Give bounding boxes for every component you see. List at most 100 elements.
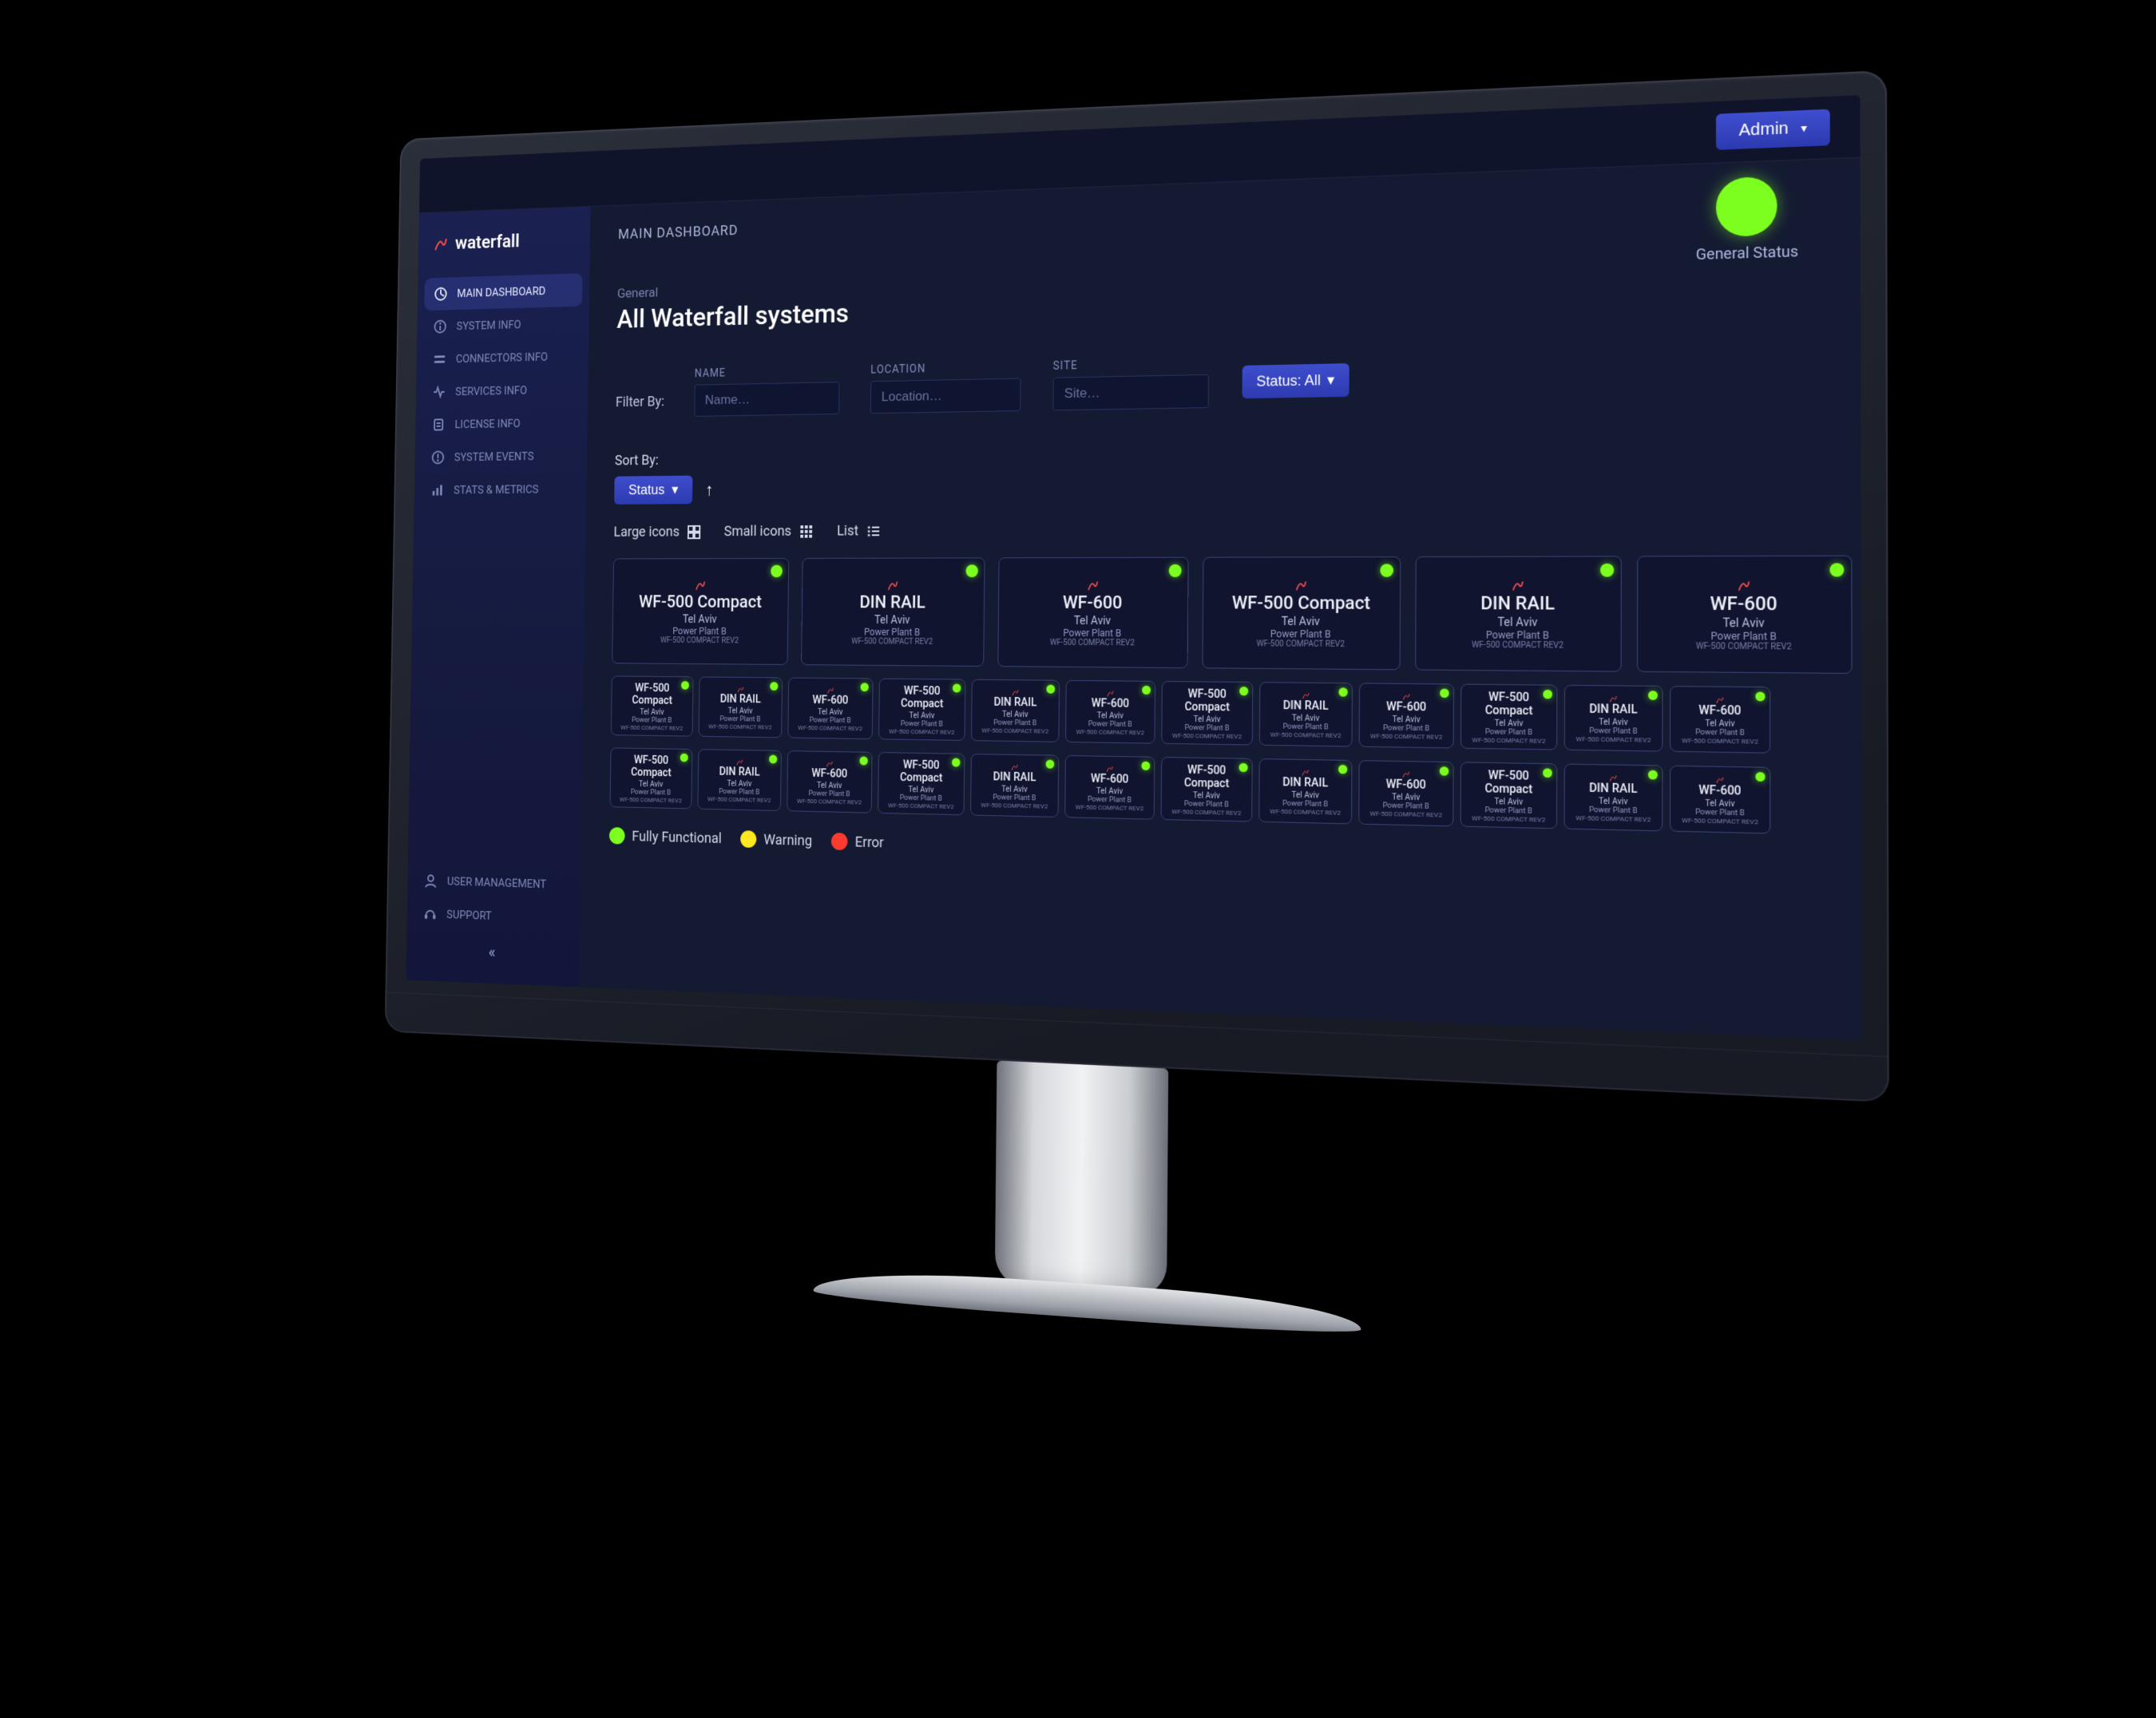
device-name: WF-600 xyxy=(1365,700,1448,715)
brand-logo-icon xyxy=(1302,691,1310,699)
device-card[interactable]: DIN RAIL Tel Aviv Power Plant B WF-500 C… xyxy=(801,557,985,667)
device-revision: WF-500 COMPACT REV2 xyxy=(1421,640,1616,651)
device-revision: WF-500 COMPACT REV2 xyxy=(1676,817,1765,826)
device-card[interactable]: WF-500 Compact Tel Aviv Power Plant B WF… xyxy=(1161,757,1253,822)
sidebar-item-connectors[interactable]: CONNECTORS INFO xyxy=(423,339,581,376)
status-ok-icon xyxy=(861,683,869,691)
device-location: Tel Aviv xyxy=(1003,615,1183,628)
sidebar-item-stats[interactable]: STATS & METRICS xyxy=(421,473,580,507)
device-name: WF-500 Compact xyxy=(1167,687,1247,715)
device-card[interactable]: DIN RAIL Tel Aviv Power Plant B WF-500 C… xyxy=(1415,556,1622,671)
device-revision: WF-500 COMPACT REV2 xyxy=(1365,732,1448,741)
device-name: WF-600 xyxy=(793,694,868,707)
filter-status-dropdown[interactable]: Status: All xyxy=(1242,363,1349,398)
device-revision: WF-500 COMPACT REV2 xyxy=(793,724,867,732)
sidebar-collapse-toggle[interactable] xyxy=(482,936,501,968)
device-card[interactable]: WF-500 Compact Tel Aviv Power Plant B WF… xyxy=(1460,684,1557,750)
view-large-icons[interactable]: Large icons xyxy=(613,524,701,540)
status-ok-icon xyxy=(1046,760,1055,769)
sidebar-item-label: MAIN DASHBOARD xyxy=(457,284,545,300)
device-card[interactable]: WF-500 Compact Tel Aviv Power Plant B WF… xyxy=(878,752,965,815)
device-name: WF-500 Compact xyxy=(1167,763,1247,790)
brand-logo-icon xyxy=(434,236,449,252)
device-revision: WF-500 COMPACT REV2 xyxy=(1003,638,1183,647)
device-card[interactable]: DIN RAIL Tel Aviv Power Plant B WF-500 C… xyxy=(1564,763,1663,831)
status-ok-icon xyxy=(769,755,777,764)
legend-warn-label: Warning xyxy=(763,831,812,849)
admin-dropdown[interactable]: Admin xyxy=(1716,109,1829,150)
filter-name-input[interactable] xyxy=(694,382,839,417)
main-content: General Status MAIN DASHBOARD General Al… xyxy=(579,158,1862,1041)
device-card[interactable]: WF-600 Tel Aviv Power Plant B WF-500 COM… xyxy=(1670,686,1770,754)
device-revision: WF-500 COMPACT REV2 xyxy=(884,728,960,736)
status-ok-icon xyxy=(966,564,978,577)
device-card[interactable]: WF-600 Tel Aviv Power Plant B WF-500 COM… xyxy=(997,557,1188,668)
device-location: Tel Aviv xyxy=(807,614,979,627)
brand-logo-icon xyxy=(1301,768,1310,776)
device-revision: WF-500 COMPACT REV2 xyxy=(807,637,979,647)
device-revision: WF-500 COMPACT REV2 xyxy=(1364,810,1448,819)
device-card[interactable]: WF-600 Tel Aviv Power Plant B WF-500 COM… xyxy=(1358,760,1453,826)
status-ok-icon xyxy=(1543,768,1552,778)
device-card[interactable]: WF-500 Compact Tel Aviv Power Plant B WF… xyxy=(1460,762,1558,829)
brand-logo-icon xyxy=(1294,579,1307,592)
device-card[interactable]: DIN RAIL Tel Aviv Power Plant B WF-500 C… xyxy=(699,676,783,738)
view-list[interactable]: List xyxy=(837,523,881,540)
view-toggle: Large icons Small icons List xyxy=(613,517,1825,540)
legend-err: Error xyxy=(831,833,884,851)
filter-site-input[interactable] xyxy=(1052,374,1209,411)
device-name: WF-600 xyxy=(1004,593,1183,613)
status-ok-icon xyxy=(609,827,625,845)
device-card[interactable]: DIN RAIL Tel Aviv Power Plant B WF-500 C… xyxy=(1258,758,1352,824)
device-revision: WF-500 COMPACT REV2 xyxy=(703,795,776,804)
sidebar-item-info[interactable]: SYSTEM INFO xyxy=(424,307,582,343)
device-name: WF-600 xyxy=(1676,703,1765,718)
device-card[interactable]: DIN RAIL Tel Aviv Power Plant B WF-500 C… xyxy=(1564,685,1663,752)
device-site: Power Plant B xyxy=(617,625,783,637)
status-ok-icon xyxy=(1046,685,1055,694)
device-card[interactable]: WF-600 Tel Aviv Power Plant B WF-500 COM… xyxy=(1064,755,1155,820)
brand-logo-icon xyxy=(826,760,834,768)
sort-field-dropdown[interactable]: Status xyxy=(614,476,692,505)
device-name: WF-600 xyxy=(792,767,867,781)
device-card[interactable]: WF-600 Tel Aviv Power Plant B WF-500 COM… xyxy=(1359,683,1454,748)
status-ok-icon xyxy=(1648,770,1658,780)
device-card[interactable]: WF-500 Compact Tel Aviv Power Plant B WF… xyxy=(610,747,693,809)
device-card[interactable]: WF-500 Compact Tel Aviv Power Plant B WF… xyxy=(1202,556,1401,670)
sidebar-item-support[interactable]: SUPPORT xyxy=(414,897,573,936)
device-card[interactable]: WF-600 Tel Aviv Power Plant B WF-500 COM… xyxy=(1637,556,1853,674)
sidebar-item-dashboard[interactable]: MAIN DASHBOARD xyxy=(424,273,582,311)
device-card[interactable]: WF-500 Compact Tel Aviv Power Plant B WF… xyxy=(878,679,965,741)
device-name: DIN RAIL xyxy=(1265,776,1347,790)
device-card[interactable]: WF-600 Tel Aviv Power Plant B WF-500 COM… xyxy=(787,750,872,813)
device-card[interactable]: DIN RAIL Tel Aviv Power Plant B WF-500 C… xyxy=(970,754,1059,817)
device-card[interactable]: WF-600 Tel Aviv Power Plant B WF-500 COM… xyxy=(1065,680,1155,744)
status-ok-icon xyxy=(1169,564,1182,577)
sidebar-item-user[interactable]: USER MANAGEMENT xyxy=(414,864,574,902)
device-card[interactable]: WF-500 Compact Tel Aviv Power Plant B WF… xyxy=(611,675,694,736)
view-small-icons[interactable]: Small icons xyxy=(724,523,814,540)
device-card[interactable]: WF-600 Tel Aviv Power Plant B WF-500 COM… xyxy=(787,678,873,740)
status-ok-icon xyxy=(1239,763,1248,772)
grid-small-icon xyxy=(799,524,814,540)
status-warning-icon xyxy=(740,830,756,848)
device-card[interactable]: WF-500 Compact Tel Aviv Power Plant B WF… xyxy=(612,558,789,665)
device-card[interactable]: DIN RAIL Tel Aviv Power Plant B WF-500 C… xyxy=(971,679,1060,742)
device-name: WF-600 xyxy=(1643,594,1846,616)
sort-direction-toggle[interactable] xyxy=(705,480,713,500)
status-ok-icon xyxy=(1600,564,1614,577)
brand-logo-icon xyxy=(1105,765,1114,773)
sidebar-item-events[interactable]: SYSTEM EVENTS xyxy=(422,439,581,474)
sidebar-item-services[interactable]: SERVICES INFO xyxy=(422,373,581,409)
filter-name-label: NAME xyxy=(695,365,840,380)
device-name: DIN RAIL xyxy=(807,593,979,613)
device-card[interactable]: WF-600 Tel Aviv Power Plant B WF-500 COM… xyxy=(1670,766,1770,834)
device-name: WF-500 Compact xyxy=(617,592,783,612)
view-small-label: Small icons xyxy=(724,523,792,540)
device-name: WF-500 Compact xyxy=(1466,769,1552,797)
filter-location-input[interactable] xyxy=(870,378,1021,414)
sidebar-item-license[interactable]: LICENSE INFO xyxy=(422,406,581,441)
device-card[interactable]: WF-500 Compact Tel Aviv Power Plant B WF… xyxy=(1161,681,1253,746)
device-card[interactable]: DIN RAIL Tel Aviv Power Plant B WF-500 C… xyxy=(1259,682,1353,746)
device-card[interactable]: DIN RAIL Tel Aviv Power Plant B WF-500 C… xyxy=(697,749,781,811)
